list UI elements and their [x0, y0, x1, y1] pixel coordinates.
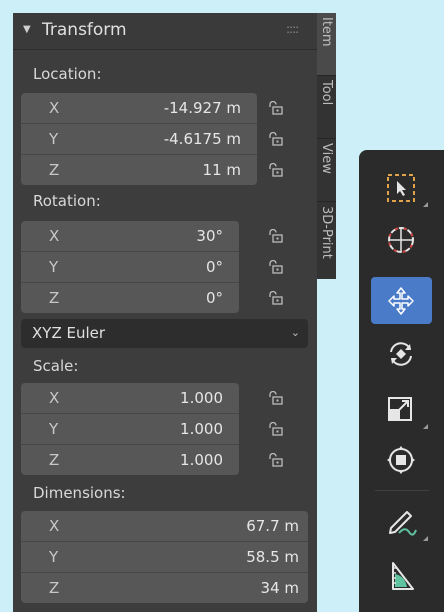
select-box-icon — [387, 174, 415, 202]
tab-view[interactable]: View — [317, 139, 336, 201]
tab-3d-print[interactable]: 3D-Print — [317, 202, 336, 279]
lock-location-x-icon[interactable] — [268, 101, 284, 115]
axis-label: Z — [49, 289, 60, 307]
axis-label: Z — [49, 579, 60, 597]
lock-scale-x-icon[interactable] — [268, 391, 284, 405]
rotation-label: Rotation: — [33, 192, 101, 210]
panel-header[interactable]: ▼ Transform :::: — [13, 13, 317, 50]
field-value: 1.000 — [180, 420, 223, 438]
location-z-field[interactable]: Z 11 m — [21, 155, 257, 185]
transform-panel: ▼ Transform :::: Location: X -14.927 m Y… — [13, 13, 317, 612]
measure-tool[interactable] — [371, 552, 432, 599]
field-value: 34 m — [260, 579, 299, 597]
tab-3d-print-label: 3D-Print — [319, 206, 334, 259]
lock-scale-z-icon[interactable] — [268, 453, 284, 467]
field-value: -14.927 m — [163, 99, 241, 117]
scale-x-field[interactable]: X 1.000 — [21, 383, 239, 413]
dimensions-label: Dimensions: — [33, 484, 126, 502]
field-value: 1.000 — [180, 451, 223, 469]
dimensions-x-field[interactable]: X 67.7 m — [21, 511, 308, 541]
move-tool[interactable] — [371, 277, 432, 324]
dimensions-z-field[interactable]: Z 34 m — [21, 573, 308, 603]
axis-label: Y — [49, 548, 59, 566]
location-label: Location: — [33, 65, 102, 83]
location-y-field[interactable]: Y -4.6175 m — [21, 124, 257, 154]
axis-label: X — [49, 389, 60, 407]
chevron-down-icon: ⌄ — [290, 326, 300, 339]
dimensions-y-field[interactable]: Y 58.5 m — [21, 542, 308, 572]
axis-label: X — [49, 517, 60, 535]
axis-label: Y — [49, 130, 59, 148]
ruler-icon — [392, 562, 414, 590]
lock-rotation-y-icon[interactable] — [268, 260, 284, 274]
collapse-arrow-icon[interactable]: ▼ — [23, 24, 31, 35]
pencil-icon — [389, 511, 417, 536]
tab-item-label: Item — [319, 17, 334, 47]
transform-tool[interactable] — [371, 436, 432, 483]
cursor-tool[interactable] — [371, 216, 432, 263]
field-value: 30° — [196, 227, 223, 245]
select-box-tool[interactable] — [371, 164, 432, 211]
tab-view-label: View — [319, 143, 334, 174]
field-value: 67.7 m — [246, 517, 299, 535]
sidebar-tabs: Item Tool View 3D-Print — [317, 13, 336, 279]
axis-label: Z — [49, 451, 60, 469]
scale-label: Scale: — [33, 357, 79, 375]
field-value: 0° — [205, 289, 223, 307]
drag-grip-icon[interactable]: :::: — [286, 22, 299, 36]
rotate-icon — [390, 342, 412, 366]
lock-rotation-x-icon[interactable] — [268, 229, 284, 243]
axis-label: Y — [49, 420, 59, 438]
field-value: -4.6175 m — [163, 130, 241, 148]
panel-title: Transform — [42, 20, 127, 40]
rotation-mode-value: XYZ Euler — [32, 324, 106, 342]
field-value: 58.5 m — [246, 548, 299, 566]
tab-item[interactable]: Item — [317, 13, 336, 75]
location-x-field[interactable]: X -14.927 m — [21, 93, 257, 123]
field-value: 0° — [205, 258, 223, 276]
scale-y-field[interactable]: Y 1.000 — [21, 414, 239, 444]
cursor-icon — [388, 227, 414, 253]
field-value: 1.000 — [180, 389, 223, 407]
annotate-tool[interactable] — [371, 498, 432, 545]
scale-tool[interactable] — [371, 386, 432, 433]
move-arrows-icon — [388, 287, 414, 315]
lock-scale-y-icon[interactable] — [268, 422, 284, 436]
transform-icon — [387, 446, 415, 474]
rotation-z-field[interactable]: Z 0° — [21, 283, 239, 313]
rotation-x-field[interactable]: X 30° — [21, 221, 239, 251]
rotate-tool[interactable] — [371, 330, 432, 377]
rotation-y-field[interactable]: Y 0° — [21, 252, 239, 282]
lock-location-z-icon[interactable] — [268, 163, 284, 177]
scale-icon — [388, 397, 412, 421]
lock-rotation-z-icon[interactable] — [268, 291, 284, 305]
axis-label: X — [49, 99, 60, 117]
axis-label: Z — [49, 161, 60, 179]
tool-shelf — [359, 150, 444, 612]
scale-z-field[interactable]: Z 1.000 — [21, 445, 239, 475]
lock-location-y-icon[interactable] — [268, 132, 284, 146]
tab-tool-label: Tool — [319, 80, 334, 106]
axis-label: X — [49, 227, 60, 245]
tab-tool[interactable]: Tool — [317, 76, 336, 138]
rotation-mode-dropdown[interactable]: XYZ Euler ⌄ — [21, 319, 308, 348]
field-value: 11 m — [202, 161, 241, 179]
axis-label: Y — [49, 258, 59, 276]
